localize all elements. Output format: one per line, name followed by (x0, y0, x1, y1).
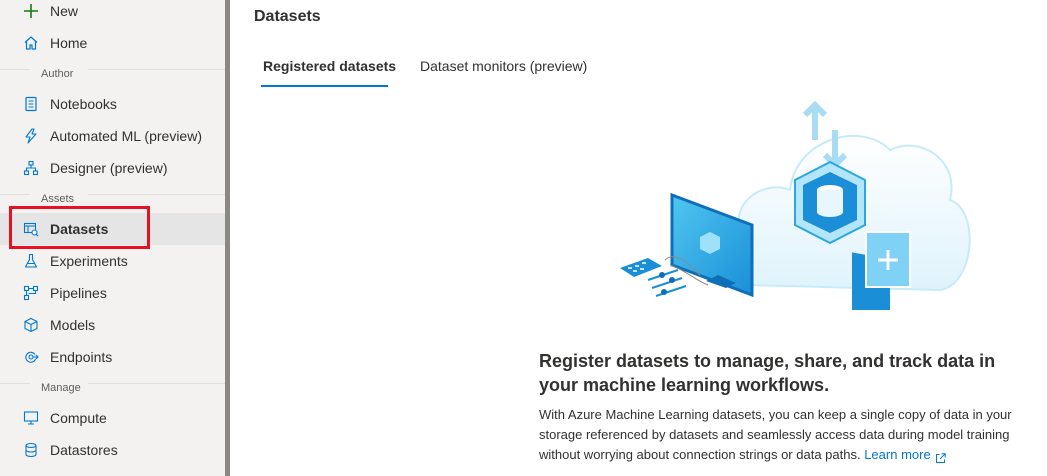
tab-dataset-monitors[interactable]: Dataset monitors (preview) (420, 58, 587, 88)
home-icon (22, 34, 40, 52)
sidebar-item-datasets[interactable]: Datasets (0, 213, 225, 245)
section-label: Author (41, 68, 74, 80)
sidebar-item-label: Pipelines (50, 285, 107, 301)
sidebar-item-label: Compute (50, 410, 107, 426)
sidebar-item-automl[interactable]: Automated ML (preview) (0, 120, 225, 152)
sidebar-item-notebooks[interactable]: Notebooks (0, 88, 225, 120)
learn-more-link[interactable]: Learn more (864, 447, 946, 464)
sidebar-item-home[interactable]: Home (0, 27, 225, 59)
database-icon (22, 441, 40, 459)
section-author: Author (0, 68, 225, 84)
notebook-icon (22, 95, 40, 113)
empty-state-description: With Azure Machine Learning datasets, yo… (539, 405, 1039, 465)
tab-registered-datasets[interactable]: Registered datasets (263, 58, 396, 88)
sidebar-item-datastores[interactable]: Datastores (0, 434, 225, 466)
sidebar-item-models[interactable]: Models (0, 309, 225, 341)
section-manage: Manage (0, 382, 225, 398)
sidebar-item-label: Notebooks (50, 96, 117, 112)
section-label: Manage (41, 382, 81, 394)
section-divider (88, 194, 225, 195)
section-label: Assets (41, 193, 75, 205)
sidebar-item-label: Experiments (50, 253, 128, 269)
sidebar-item-label: Automated ML (preview) (50, 128, 202, 144)
learn-more-label: Learn more (864, 447, 931, 462)
sidebar-item-endpoints[interactable]: Endpoints (0, 341, 225, 373)
section-divider (0, 383, 30, 384)
sidebar-item-compute[interactable]: Compute (0, 402, 225, 434)
sidebar-item-new[interactable]: New (0, 0, 225, 27)
section-assets: Assets (0, 193, 225, 209)
datasets-illustration (620, 100, 971, 310)
sidebar-item-label: Endpoints (50, 349, 113, 365)
pipeline-icon (22, 284, 40, 302)
sidebar-item-label: Home (50, 35, 88, 51)
section-divider (88, 69, 225, 70)
sidebar-item-partial[interactable] (0, 466, 225, 476)
sidebar-item-label: Datastores (50, 442, 118, 458)
sidebar-item-experiments[interactable]: Experiments (0, 245, 225, 277)
section-divider (0, 194, 30, 195)
sidebar-item-label: New (50, 3, 79, 19)
sidebar-item-label: Datasets (50, 221, 109, 237)
monitor-icon (22, 409, 40, 427)
sidebar-scrollbar[interactable] (225, 0, 230, 476)
sidebar-item-pipelines[interactable]: Pipelines (0, 277, 225, 309)
sidebar-item-label: Models (50, 317, 96, 333)
automl-icon (22, 127, 40, 145)
section-divider (0, 69, 30, 70)
plus-icon (22, 2, 40, 20)
designer-icon (22, 159, 40, 177)
sidebar: New Home Author Notebooks Automated ML (… (0, 0, 225, 476)
empty-state-title: Register datasets to manage, share, and … (539, 351, 996, 395)
flask-icon (22, 252, 40, 270)
sidebar-item-label: Designer (preview) (50, 160, 168, 176)
section-divider (88, 383, 225, 384)
dataset-icon (22, 220, 40, 238)
sidebar-item-designer[interactable]: Designer (preview) (0, 152, 225, 184)
endpoint-icon (22, 348, 40, 366)
active-tab-indicator (261, 85, 388, 87)
external-link-icon (935, 450, 946, 464)
app-window: New Home Author Notebooks Automated ML (… (0, 0, 1047, 476)
cube-icon (22, 316, 40, 334)
page-title: Datasets (254, 8, 321, 25)
